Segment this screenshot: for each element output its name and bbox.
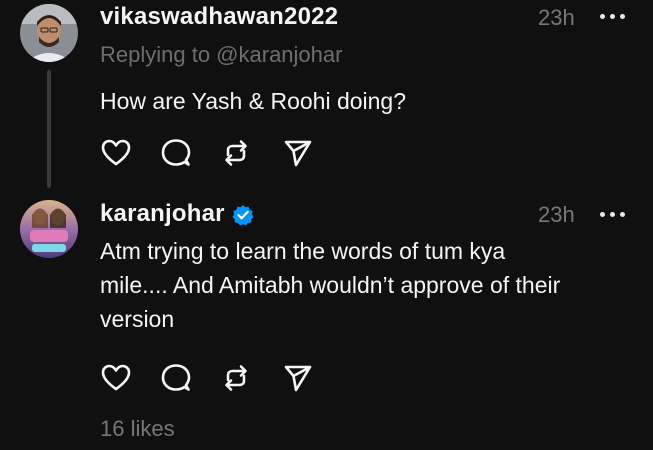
repost-icon[interactable]	[220, 137, 254, 169]
likes-count[interactable]: 16 likes	[100, 416, 175, 442]
send-icon[interactable]	[282, 137, 316, 169]
timestamp: 23h	[538, 5, 575, 30]
verified-badge-icon	[232, 204, 254, 226]
username[interactable]: vikaswadhawan2022	[100, 3, 338, 31]
replying-to-label[interactable]: Replying to @karanjohar	[100, 42, 342, 68]
action-bar	[100, 137, 320, 169]
reply-post: vikaswadhawan2022 23h Replying to @karan…	[0, 0, 653, 190]
send-icon[interactable]	[282, 362, 316, 394]
avatar[interactable]	[20, 200, 78, 258]
username[interactable]: karanjohar	[100, 200, 225, 228]
author-reply-post: karanjohar 23h Atm trying to learn the w…	[0, 190, 653, 450]
repost-icon[interactable]	[220, 362, 254, 394]
post-text: How are Yash & Roohi doing?	[100, 88, 407, 114]
comment-icon[interactable]	[160, 362, 194, 394]
timestamp: 23h	[538, 202, 575, 227]
post-text-line: Atm trying to learn the words of tum kya	[100, 238, 506, 264]
more-horizontal-icon[interactable]	[600, 12, 628, 22]
post-text-line: mile.... And Amitabh wouldn’t approve of…	[100, 272, 561, 298]
action-bar	[100, 362, 320, 394]
post-text: Atm trying to learn the words of tum kya…	[100, 234, 630, 336]
heart-icon[interactable]	[100, 137, 134, 169]
avatar[interactable]	[20, 4, 78, 62]
comment-icon[interactable]	[160, 137, 194, 169]
thread-line	[47, 70, 51, 188]
heart-icon[interactable]	[100, 362, 134, 394]
post-text-line: version	[100, 306, 175, 332]
more-horizontal-icon[interactable]	[600, 210, 628, 220]
